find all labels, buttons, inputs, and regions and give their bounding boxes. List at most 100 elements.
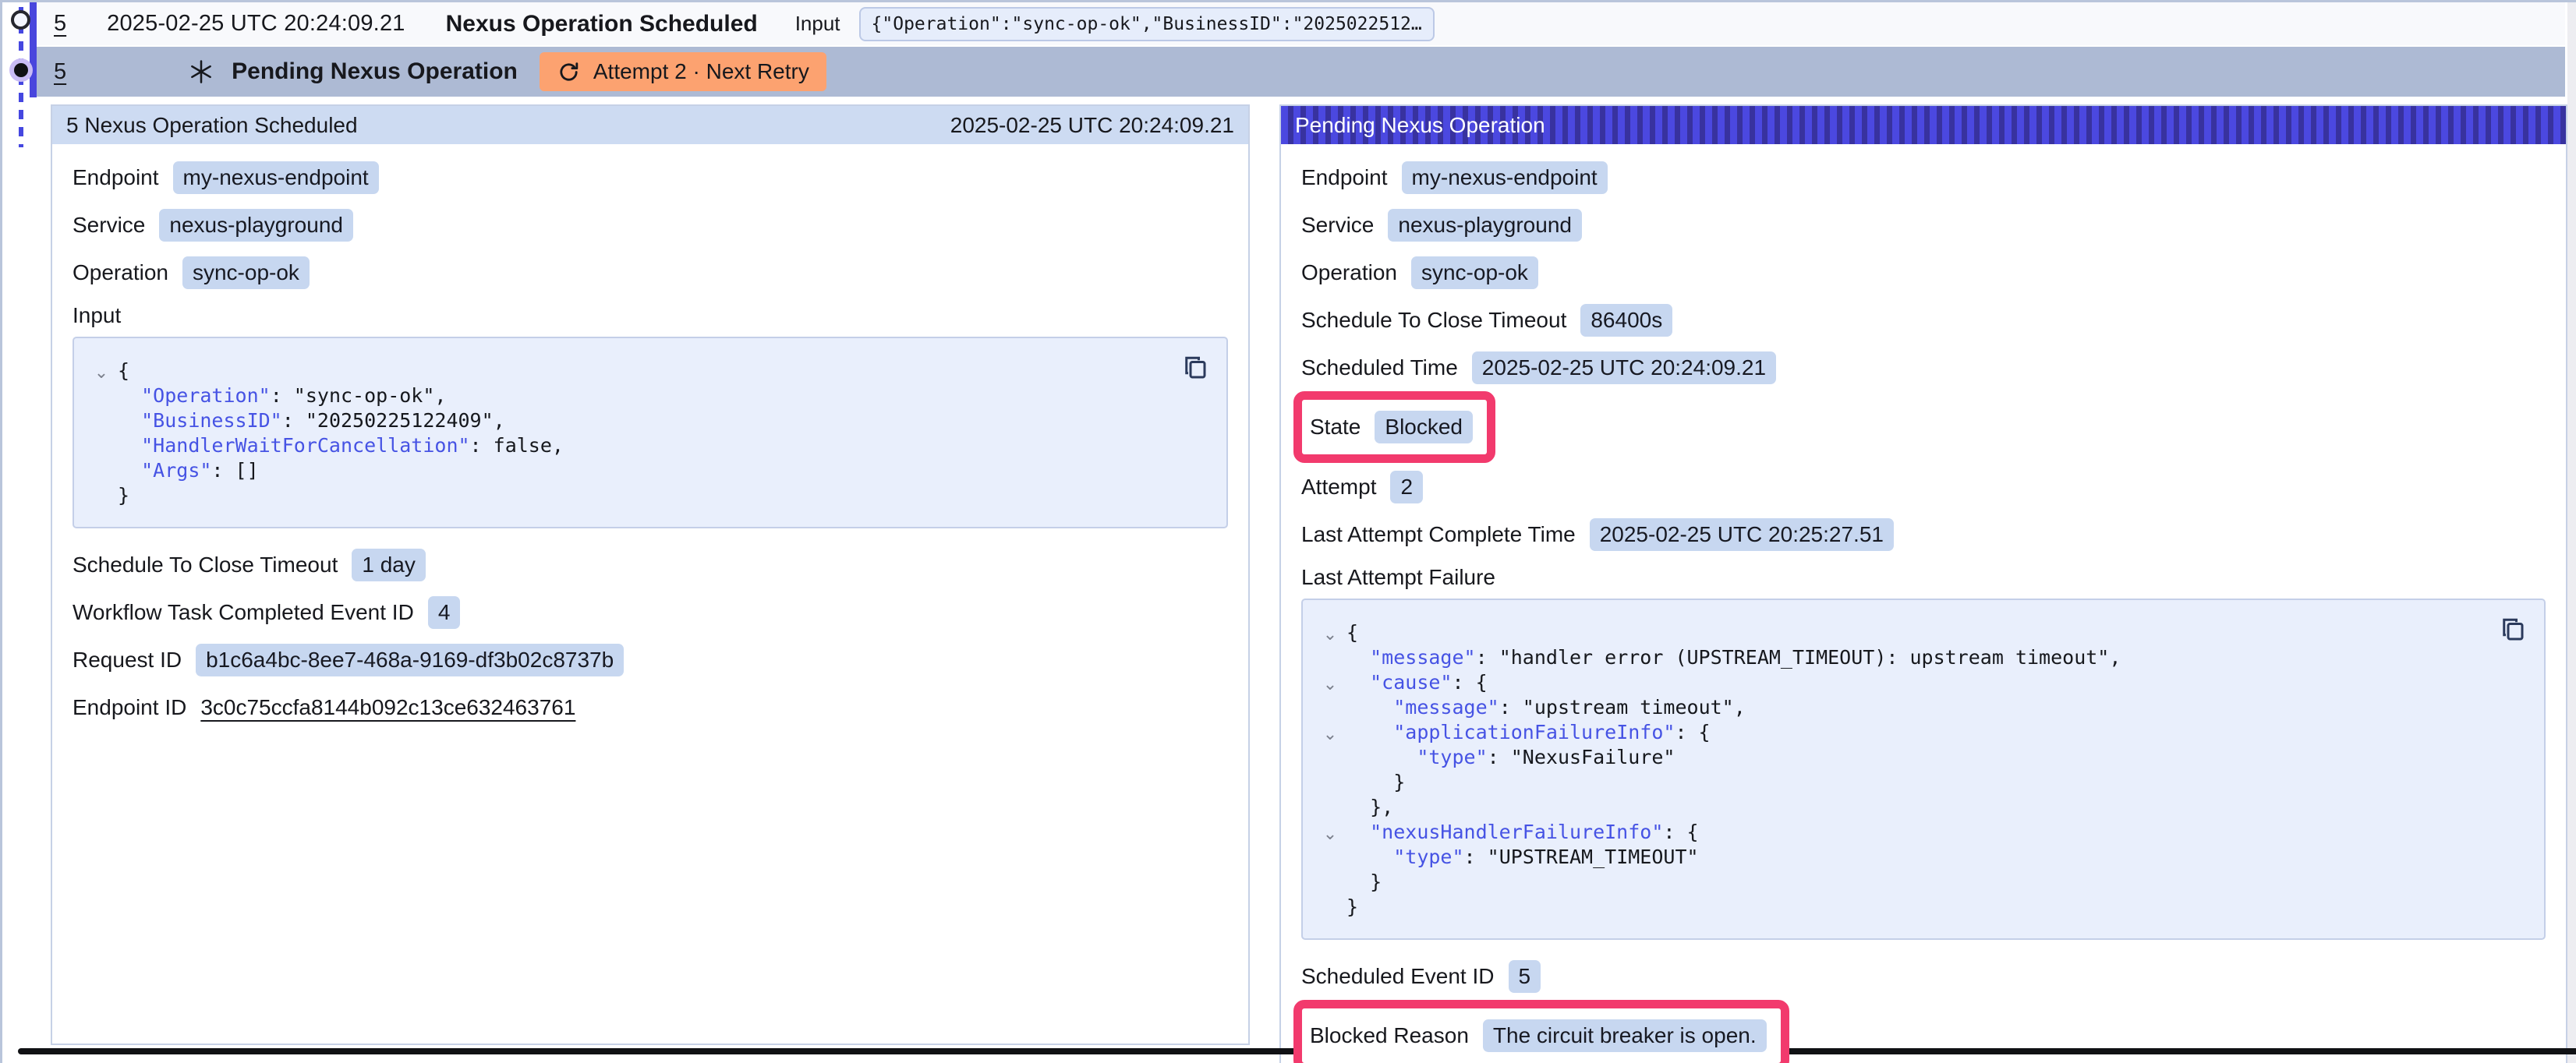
chevron-gutter <box>1314 871 1346 896</box>
field-value-chip: nexus-playground <box>159 209 353 242</box>
code-text: { <box>1346 620 1358 645</box>
code-text: "message": "upstream timeout", <box>1346 695 1746 720</box>
code-text: }, <box>1346 795 1393 820</box>
field-row-endpoint-id: Endpoint ID 3c0c75ccfa8144b092c13ce632463… <box>73 683 1228 731</box>
code-line: ⌄ "nexusHandlerFailureInfo": { <box>1314 820 2524 845</box>
chevron-gutter <box>85 435 118 460</box>
code-line: ⌄ "cause": { <box>1314 670 2524 695</box>
field-row-schedule-to-close-timeout: Schedule To Close Timeout 1 day <box>73 541 1228 588</box>
field-label: State <box>1310 415 1361 440</box>
pending-operation-fields-bottom: Scheduled Event ID5Blocked ReasonThe cir… <box>1301 952 2546 1063</box>
chevron-gutter <box>1314 796 1346 821</box>
copy-icon[interactable] <box>1181 354 1209 382</box>
scrollbar-gutter[interactable] <box>2567 2 2576 1063</box>
code-text: "Args": [] <box>118 458 259 483</box>
field-label: Operation <box>1301 260 1397 285</box>
code-line: }, <box>1314 795 2524 820</box>
pending-title: Pending Nexus Operation <box>232 58 518 85</box>
field-label: Attempt <box>1301 475 1376 500</box>
field-value-chip: 86400s <box>1580 304 1672 337</box>
event-input-label: Input <box>795 12 840 36</box>
timeline-current-node-icon[interactable] <box>9 58 33 82</box>
field-value-link[interactable]: 3c0c75ccfa8144b092c13ce632463761 <box>200 695 575 720</box>
field-label: Service <box>1301 213 1374 238</box>
timeline-active-bar <box>30 2 37 97</box>
code-line: "message": "upstream timeout", <box>1314 695 2524 720</box>
field-row-request-id: Request IDb1c6a4bc-8ee7-468a-9169-df3b02… <box>73 636 1228 683</box>
collapse-chevron-icon[interactable]: ⌄ <box>1314 622 1346 647</box>
code-text: "applicationFailureInfo": { <box>1346 720 1711 745</box>
pending-operation-row[interactable]: 5 Pending Nexus Operation Attempt 2 · Ne… <box>37 47 2565 97</box>
code-text: { <box>118 358 129 383</box>
field-label: Request ID <box>73 648 182 673</box>
field-value-chip: my-nexus-endpoint <box>173 161 379 194</box>
scheduled-event-panel-header: 5 Nexus Operation Scheduled 2025-02-25 U… <box>52 106 1248 144</box>
code-line: } <box>1314 895 2524 920</box>
collapse-chevron-icon[interactable]: ⌄ <box>1314 821 1346 846</box>
chevron-gutter <box>1314 697 1346 722</box>
code-line: ⌄{ <box>1314 620 2524 645</box>
field-value-chip: sync-op-ok <box>1411 256 1538 289</box>
code-line: "Args": [] <box>85 458 1206 483</box>
code-line: "message": "handler error (UPSTREAM_TIME… <box>1314 645 2524 670</box>
field-row-operation: Operation sync-op-ok <box>1301 249 2546 296</box>
field-label: Operation <box>73 260 168 285</box>
field-row-operation: Operation sync-op-ok <box>73 249 1228 296</box>
code-line: ⌄{ <box>85 358 1206 383</box>
field-value-chip: sync-op-ok <box>182 256 310 289</box>
asterisk-pending-icon <box>188 58 214 85</box>
field-row-schedule-to-close-timeout: Schedule To Close Timeout 86400s <box>1301 296 2546 344</box>
event-history-view: 5 2025-02-25 UTC 20:24:09.21 Nexus Opera… <box>0 0 2576 1063</box>
code-text: } <box>118 483 129 508</box>
code-text: "Operation": "sync-op-ok", <box>118 383 446 408</box>
input-section-label: Input <box>73 296 1228 335</box>
event-id-link[interactable]: 5 <box>54 11 66 37</box>
chevron-gutter <box>1314 647 1346 672</box>
field-label: Schedule To Close Timeout <box>1301 308 1566 333</box>
chevron-gutter <box>85 485 118 510</box>
code-line: "type": "UPSTREAM_TIMEOUT" <box>1314 845 2524 870</box>
pending-panel-title: Pending Nexus Operation <box>1295 113 1545 138</box>
event-timestamp: 2025-02-25 UTC 20:24:09.21 <box>107 11 405 37</box>
field-row-endpoint: Endpointmy-nexus-endpoint <box>73 154 1228 201</box>
field-value-chip: 1 day <box>352 549 426 581</box>
field-value-chip: nexus-playground <box>1388 209 1582 242</box>
field-value-chip: Blocked <box>1375 411 1473 443</box>
field-row-scheduled-event-id: Scheduled Event ID5 <box>1301 952 2546 1000</box>
field-row-attempt: Attempt2 <box>1301 463 2546 510</box>
collapse-chevron-icon[interactable]: ⌄ <box>85 360 118 385</box>
field-value-chip: 5 <box>1509 960 1541 993</box>
scheduled-event-panel-timestamp: 2025-02-25 UTC 20:24:09.21 <box>950 113 1234 138</box>
code-text: } <box>1346 895 1358 920</box>
code-line: "type": "NexusFailure" <box>1314 745 2524 770</box>
field-label: Service <box>73 213 145 238</box>
event-row-scheduled[interactable]: 5 2025-02-25 UTC 20:24:09.21 Nexus Opera… <box>37 2 2565 45</box>
code-line: "Operation": "sync-op-ok", <box>85 383 1206 408</box>
field-label: Schedule To Close Timeout <box>73 553 338 577</box>
code-text: "cause": { <box>1346 670 1488 695</box>
collapse-chevron-icon[interactable]: ⌄ <box>1314 722 1346 747</box>
failure-section-label: Last Attempt Failure <box>1301 558 2546 597</box>
copy-icon[interactable] <box>2499 616 2527 644</box>
field-value-chip: 2025-02-25 UTC 20:25:27.51 <box>1590 518 1894 551</box>
collapse-chevron-icon[interactable]: ⌄ <box>1314 672 1346 697</box>
field-value-chip: The circuit breaker is open. <box>1483 1019 1767 1052</box>
event-title: Nexus Operation Scheduled <box>446 11 758 37</box>
retry-badge[interactable]: Attempt 2 · Next Retry <box>540 52 826 91</box>
field-label: Scheduled Time <box>1301 355 1458 380</box>
field-row-workflow-task-completed-event-id: Workflow Task Completed Event ID4 <box>73 588 1228 636</box>
annotation-highlight-state: State Blocked <box>1293 391 1495 463</box>
pending-event-id-link[interactable]: 5 <box>54 59 66 85</box>
chevron-gutter <box>85 460 118 485</box>
chevron-gutter <box>85 385 118 410</box>
failure-json-block: ⌄{ "message": "handler error (UPSTREAM_T… <box>1301 599 2546 940</box>
scheduled-event-panel-title: 5 Nexus Operation Scheduled <box>66 113 358 138</box>
chevron-gutter <box>1314 772 1346 796</box>
field-label: Endpoint ID <box>73 695 186 720</box>
code-text: "type": "NexusFailure" <box>1346 745 1675 770</box>
field-row-service: Service nexus-playground <box>73 201 1228 249</box>
chevron-gutter <box>1314 846 1346 871</box>
code-text: "BusinessID": "20250225122409", <box>118 408 505 433</box>
timeline-open-node-icon[interactable] <box>11 10 30 30</box>
event-input-preview-chip[interactable]: {"Operation":"sync-op-ok","BusinessID":"… <box>859 7 1435 41</box>
